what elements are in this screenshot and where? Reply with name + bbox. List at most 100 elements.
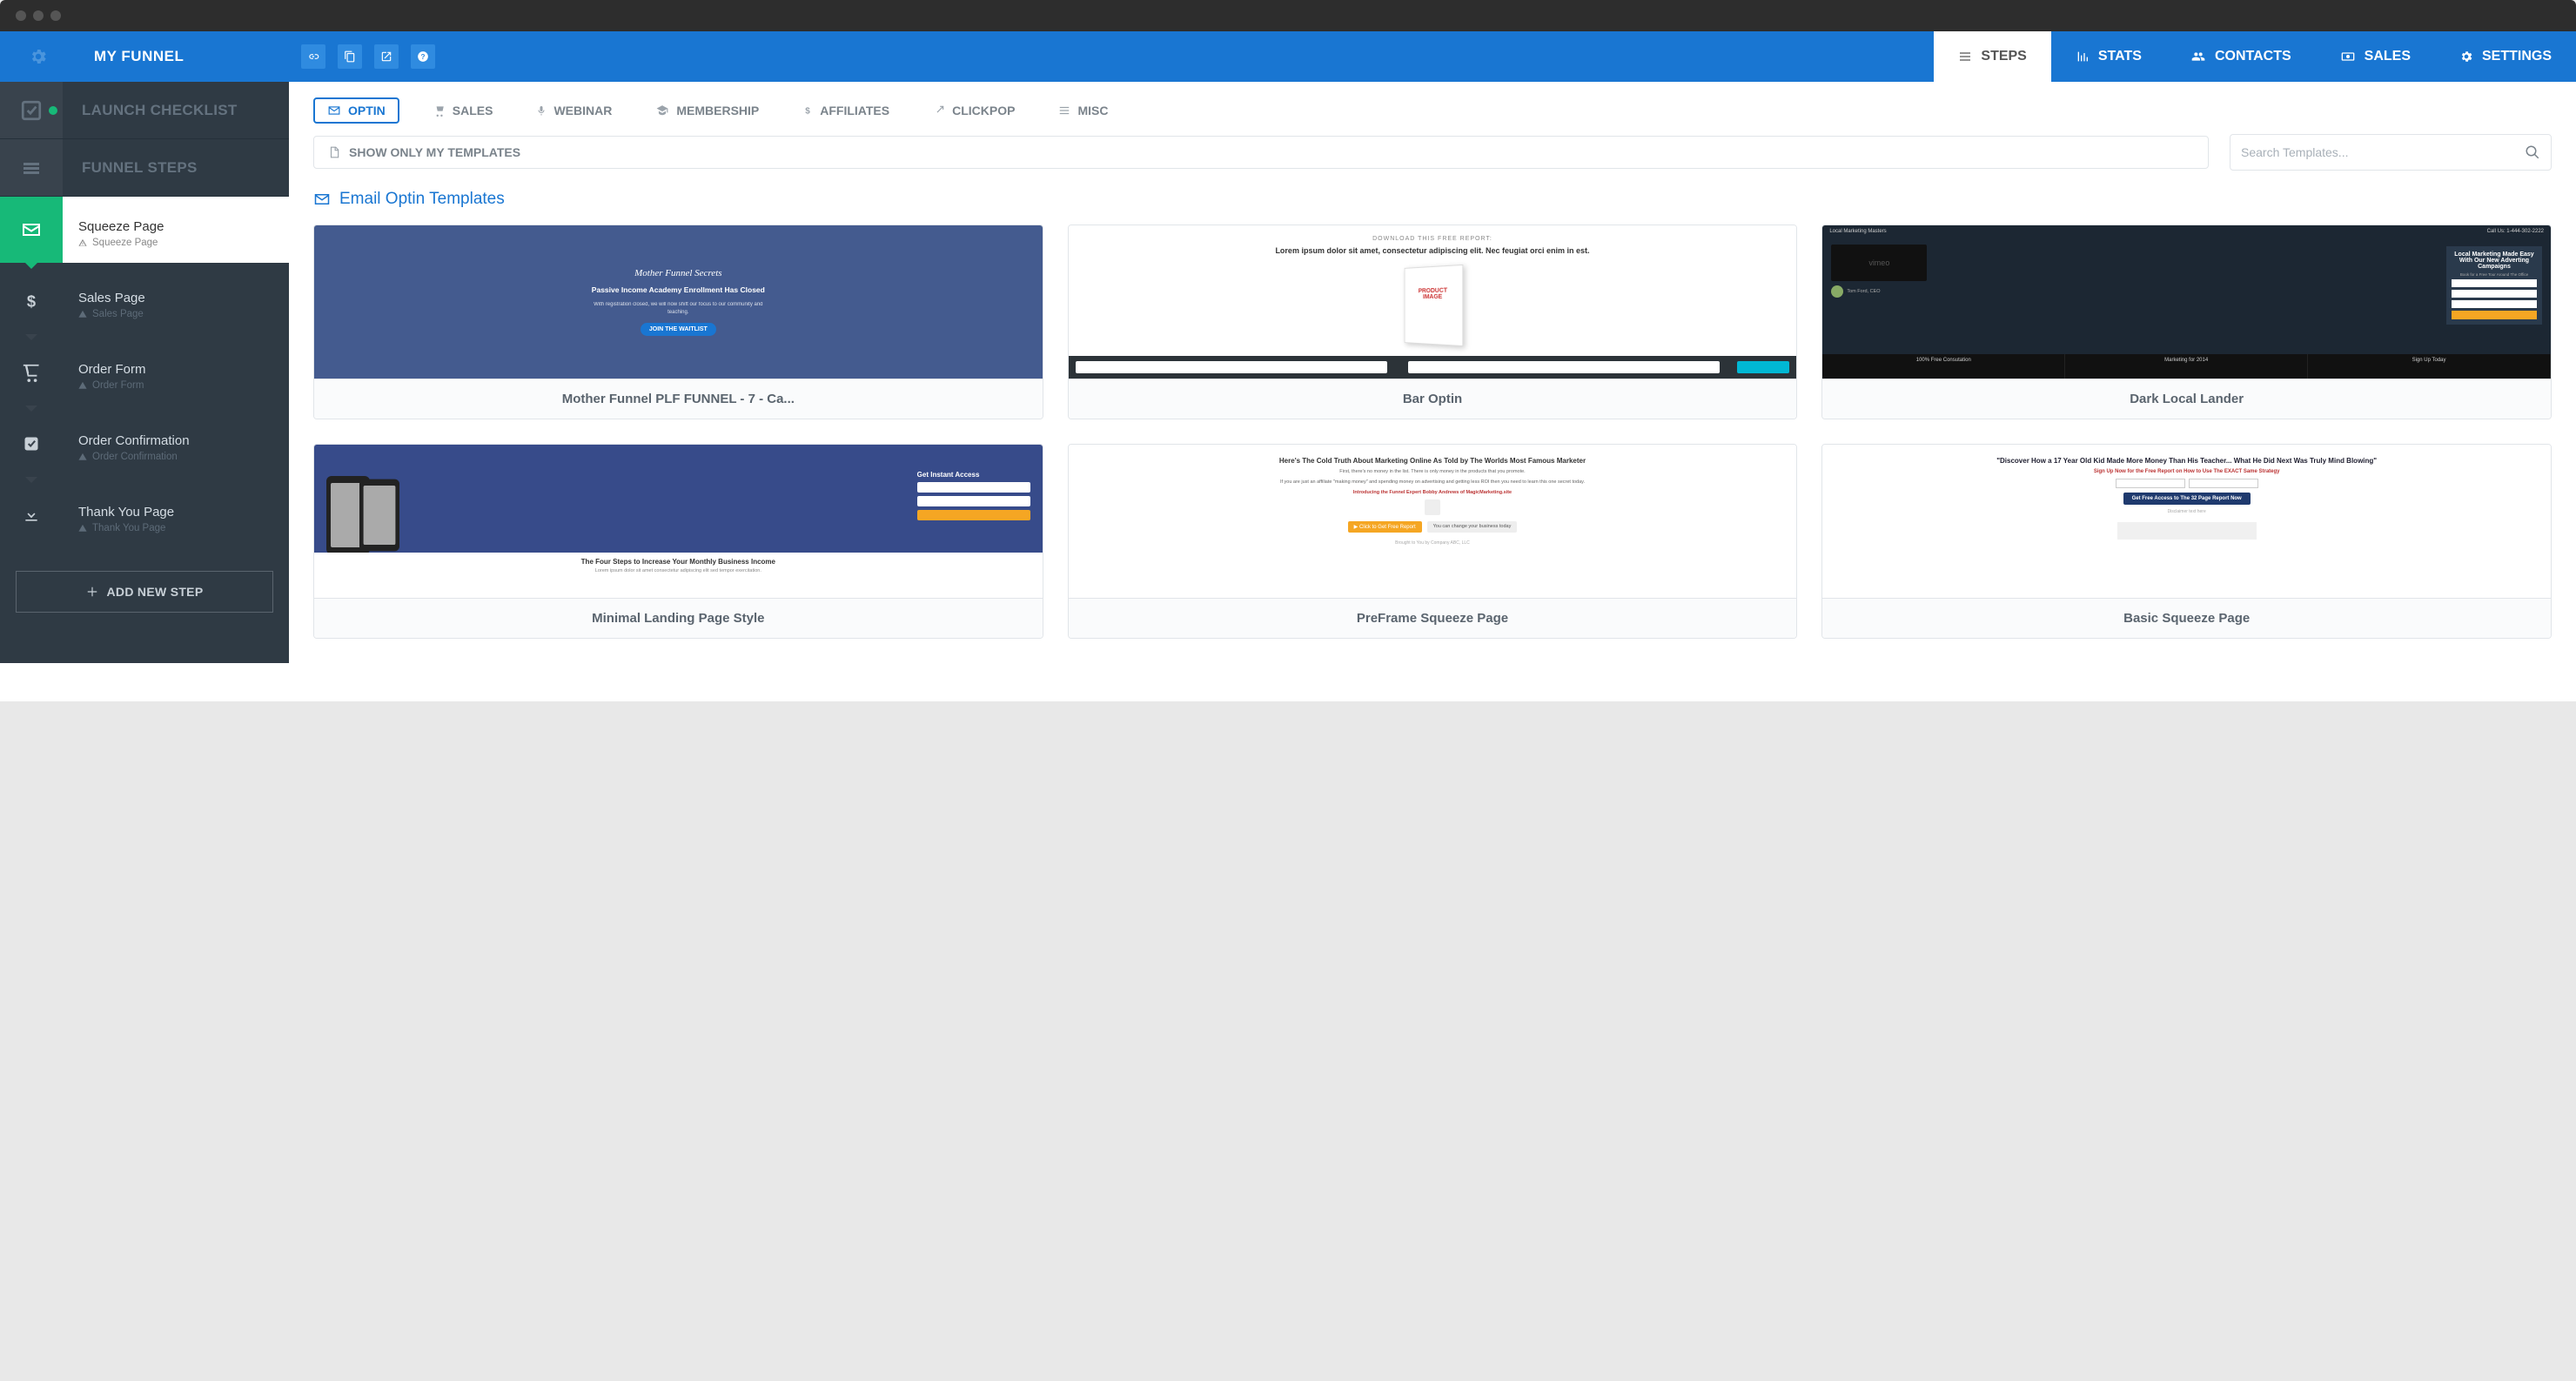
template-caption: Mother Funnel PLF FUNNEL - 7 - Ca...: [314, 379, 1043, 419]
tab-sales[interactable]: SALES: [2316, 31, 2435, 82]
dollar-icon: $: [23, 290, 40, 312]
svg-text:$: $: [27, 292, 36, 311]
window-dot: [16, 10, 26, 21]
step-subtitle: Sales Page: [78, 309, 273, 319]
template-thumbnail: DOWNLOAD THIS FREE REPORT: Lorem ipsum d…: [1069, 225, 1797, 379]
template-thumbnail: Here's The Cold Truth About Marketing On…: [1069, 445, 1797, 598]
funnel-title: MY FUNNEL: [77, 31, 289, 82]
mic-icon: [536, 104, 547, 117]
pill-affiliates[interactable]: $AFFILIATES: [792, 98, 900, 123]
warning-icon: [78, 453, 87, 461]
help-icon: ?: [417, 50, 429, 63]
warning-icon: [78, 310, 87, 318]
template-caption: PreFrame Squeeze Page: [1069, 598, 1797, 638]
tab-label: CONTACTS: [2215, 49, 2291, 64]
check-icon: [23, 435, 40, 453]
external-link-icon: [380, 50, 392, 63]
pill-sales[interactable]: SALES: [422, 98, 504, 123]
funnel-steps-label: FUNNEL STEPS: [63, 139, 289, 196]
template-caption: Basic Squeeze Page: [1822, 598, 2551, 638]
template-caption: Dark Local Lander: [1822, 379, 2551, 419]
external-link-button[interactable]: [374, 44, 399, 69]
step-title: Sales Page: [78, 291, 273, 305]
window-dot: [50, 10, 61, 21]
pill-misc[interactable]: MISC: [1048, 98, 1118, 123]
menu-icon: [21, 158, 42, 178]
search-input[interactable]: [2241, 145, 2525, 159]
browser-chrome: [0, 0, 2576, 31]
tab-label: SETTINGS: [2482, 49, 2552, 64]
template-card[interactable]: Local Marketing Masters Call Us: 1-444-3…: [1821, 225, 2552, 419]
window-dot: [33, 10, 44, 21]
step-subtitle: Order Form: [78, 380, 273, 391]
help-button[interactable]: ?: [411, 44, 435, 69]
step-thank-you-page[interactable]: Thank You Page Thank You Page: [0, 482, 289, 548]
add-step-label: ADD NEW STEP: [107, 585, 204, 599]
copy-icon: [344, 50, 356, 63]
svg-text:$: $: [805, 107, 810, 117]
template-grid: Mother Funnel Secrets Passive Income Aca…: [289, 225, 2576, 663]
pill-webinar[interactable]: WEBINAR: [526, 98, 622, 123]
show-only-my-templates-toggle[interactable]: SHOW ONLY MY TEMPLATES: [313, 136, 2209, 169]
tab-label: SALES: [2365, 49, 2411, 64]
tab-steps[interactable]: STEPS: [1934, 31, 2050, 82]
warning-icon: [78, 381, 87, 390]
template-card[interactable]: DOWNLOAD THIS FREE REPORT: Lorem ipsum d…: [1068, 225, 1798, 419]
main-content: OPTIN SALES WEBINAR MEMBERSHIP $AFFILIAT…: [289, 82, 2576, 663]
copy-button[interactable]: [338, 44, 362, 69]
template-category-tabs: OPTIN SALES WEBINAR MEMBERSHIP $AFFILIAT…: [289, 82, 2576, 134]
template-card[interactable]: "Discover How a 17 Year Old Kid Made Mor…: [1821, 444, 2552, 639]
section-title: Email Optin Templates: [289, 181, 2576, 225]
step-title: Thank You Page: [78, 505, 273, 520]
settings-gear-button[interactable]: [0, 31, 77, 82]
show-only-label: SHOW ONLY MY TEMPLATES: [349, 145, 520, 159]
step-sales-page[interactable]: $ Sales Page Sales Page: [0, 268, 289, 334]
add-new-step-button[interactable]: ADD NEW STEP: [16, 571, 273, 613]
pill-optin[interactable]: OPTIN: [313, 97, 399, 124]
step-order-form[interactable]: Order Form Order Form: [0, 339, 289, 406]
external-icon: [933, 104, 945, 117]
template-thumbnail: Local Marketing Masters Call Us: 1-444-3…: [1822, 225, 2551, 379]
money-icon: [2340, 50, 2356, 64]
tab-label: STATS: [2098, 49, 2142, 64]
document-icon: [328, 145, 340, 159]
template-card[interactable]: Here's The Cold Truth About Marketing On…: [1068, 444, 1798, 639]
chart-icon: [2076, 50, 2090, 64]
tab-settings[interactable]: SETTINGS: [2435, 31, 2576, 82]
step-title: Order Form: [78, 362, 273, 377]
users-icon: [2190, 50, 2206, 64]
step-title: Order Confirmation: [78, 433, 273, 448]
warning-icon: [78, 238, 87, 247]
svg-text:?: ?: [421, 53, 426, 61]
gear-icon: [29, 47, 48, 66]
list-icon: [1058, 104, 1070, 117]
step-subtitle: Order Confirmation: [78, 452, 273, 462]
launch-checklist-row[interactable]: LAUNCH CHECKLIST: [0, 82, 289, 139]
search-templates-field[interactable]: [2230, 134, 2552, 171]
pill-clickpop[interactable]: CLICKPOP: [922, 98, 1025, 123]
pill-membership[interactable]: MEMBERSHIP: [645, 98, 769, 123]
step-order-confirmation[interactable]: Order Confirmation Order Confirmation: [0, 411, 289, 477]
sidebar: LAUNCH CHECKLIST FUNNEL STEPS Squeeze Pa…: [0, 82, 289, 663]
template-thumbnail: "Discover How a 17 Year Old Kid Made Mor…: [1822, 445, 2551, 598]
gear-icon: [2459, 50, 2473, 64]
top-bar: MY FUNNEL ? STEPS STATS CONTACTS SALES: [0, 31, 2576, 82]
template-card[interactable]: Get Instant Access The Four Steps to Inc…: [313, 444, 1043, 639]
dollar-icon: $: [802, 104, 813, 117]
mail-icon: [21, 219, 42, 240]
tab-label: STEPS: [1981, 49, 2026, 64]
link-icon: [307, 50, 319, 63]
download-icon: [23, 506, 40, 524]
step-title: Squeeze Page: [78, 219, 273, 234]
checklist-icon: [20, 99, 43, 122]
tab-stats[interactable]: STATS: [2051, 31, 2166, 82]
link-button[interactable]: [301, 44, 325, 69]
funnel-steps-row[interactable]: FUNNEL STEPS: [0, 139, 289, 197]
template-caption: Bar Optin: [1069, 379, 1797, 419]
mail-icon: [327, 104, 341, 117]
cart-icon: [22, 363, 41, 382]
tab-contacts[interactable]: CONTACTS: [2166, 31, 2316, 82]
template-card[interactable]: Mother Funnel Secrets Passive Income Aca…: [313, 225, 1043, 419]
warning-icon: [78, 524, 87, 533]
step-squeeze-page[interactable]: Squeeze Page Squeeze Page: [0, 197, 289, 263]
